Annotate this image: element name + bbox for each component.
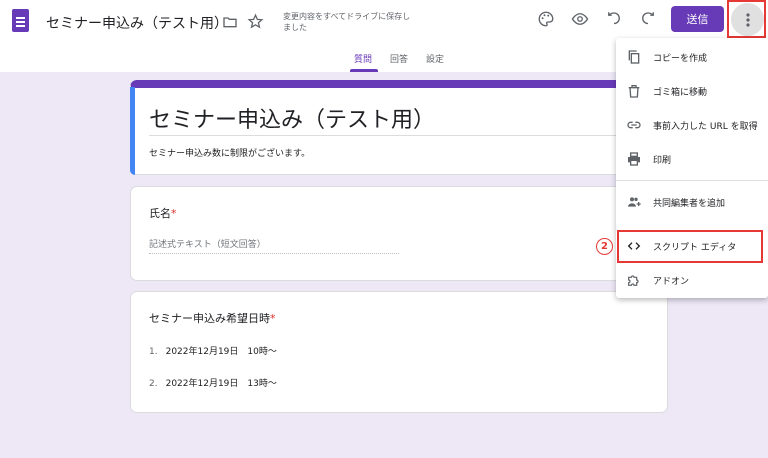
folder-icon[interactable] (222, 14, 238, 30)
menu-divider (616, 180, 768, 181)
menu-item-addons[interactable]: アドオン (616, 263, 768, 297)
list-item: 2. 2022年12月19日 13時～ (149, 379, 277, 389)
script-editor-highlight (617, 230, 763, 263)
trash-icon (628, 85, 640, 98)
more-button-highlight (727, 0, 766, 38)
tab-settings[interactable]: 設定 (426, 52, 444, 65)
active-tab-indicator (350, 69, 378, 72)
tab-questions[interactable]: 質問 (354, 52, 372, 65)
print-icon (628, 152, 640, 166)
form-title[interactable]: セミナー申込み（テスト用） (149, 102, 435, 134)
send-button[interactable]: 送信 (671, 6, 724, 32)
forms-logo-icon[interactable] (12, 9, 29, 32)
required-mark: * (270, 312, 276, 325)
short-answer-placeholder: 記述式テキスト（短文回答） (149, 240, 266, 250)
question-card-date[interactable]: セミナー申込み希望日時* 1. 2022年12月19日 10時～ 2. 2022年1… (130, 291, 668, 413)
doc-title[interactable]: セミナー申込み（テスト用） (46, 13, 228, 33)
selected-card-indicator (130, 87, 135, 175)
form-description[interactable]: セミナー申込み数に制限がございます。 (149, 146, 310, 159)
menu-item-copy[interactable]: コピーを作成 (616, 40, 768, 74)
redo-icon[interactable] (639, 10, 657, 28)
required-mark: * (171, 207, 177, 220)
tab-responses[interactable]: 回答 (390, 52, 408, 65)
add-people-icon (628, 197, 641, 207)
preview-eye-icon[interactable] (571, 10, 589, 28)
answer-underline (149, 253, 399, 254)
question-label: 氏名* (149, 207, 177, 220)
form-title-card[interactable]: セミナー申込み（テスト用） セミナー申込み数に制限がございます。 (130, 80, 668, 175)
menu-item-prefilled-url[interactable]: 事前入力した URL を取得 (616, 108, 768, 142)
menu-item-print[interactable]: 印刷 (616, 142, 768, 176)
menu-item-trash[interactable]: ゴミ箱に移動 (616, 74, 768, 108)
puzzle-icon (628, 275, 639, 286)
undo-icon[interactable] (605, 10, 623, 28)
copy-icon (628, 50, 640, 64)
save-status: 変更内容をすべてドライブに保存しました (283, 12, 411, 32)
menu-item-add-collaborators[interactable]: 共同編集者を追加 (616, 185, 768, 219)
list-item: 1. 2022年12月19日 10時～ (149, 347, 277, 357)
palette-icon[interactable] (537, 10, 555, 28)
star-icon[interactable] (247, 13, 264, 30)
question-label: セミナー申込み希望日時* (149, 312, 276, 325)
link-icon (627, 121, 641, 129)
title-underline (149, 135, 654, 136)
question-card-name[interactable]: 氏名* 記述式テキスト（短文回答） (130, 186, 668, 281)
annotation-marker-2: 2 (596, 238, 613, 255)
